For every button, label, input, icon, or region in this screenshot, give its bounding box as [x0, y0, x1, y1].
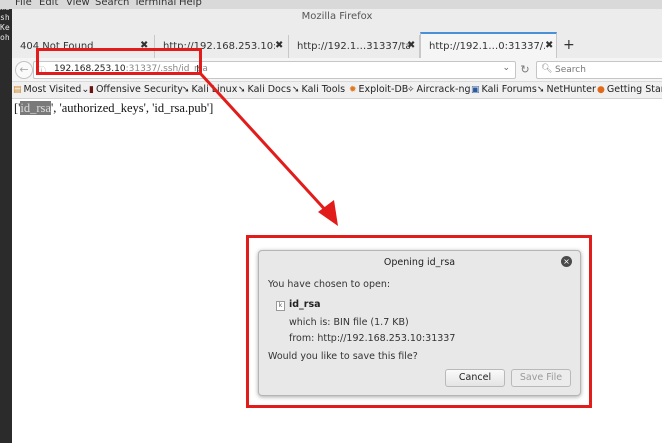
save-file-button[interactable]: Save File — [511, 369, 571, 387]
dialog-filename: id_rsa — [289, 299, 321, 310]
close-icon[interactable]: × — [561, 256, 572, 267]
dialog-file-source: from: http://192.168.253.10:31337 — [289, 333, 456, 344]
cancel-button[interactable]: Cancel — [445, 369, 505, 387]
file-icon: k — [276, 301, 285, 311]
opening-file-dialog: Opening id_rsa × You have chosen to open… — [258, 250, 581, 396]
url-highlight-box — [36, 48, 202, 75]
arrow-shaft — [198, 71, 331, 216]
dialog-file-type: which is: BIN file (1.7 KB) — [289, 317, 409, 328]
dialog-title: Opening id_rsa — [383, 257, 456, 268]
dialog-question: Would you like to save this file? — [268, 351, 418, 362]
dialog-chosen-text: You have chosen to open: — [268, 279, 391, 290]
